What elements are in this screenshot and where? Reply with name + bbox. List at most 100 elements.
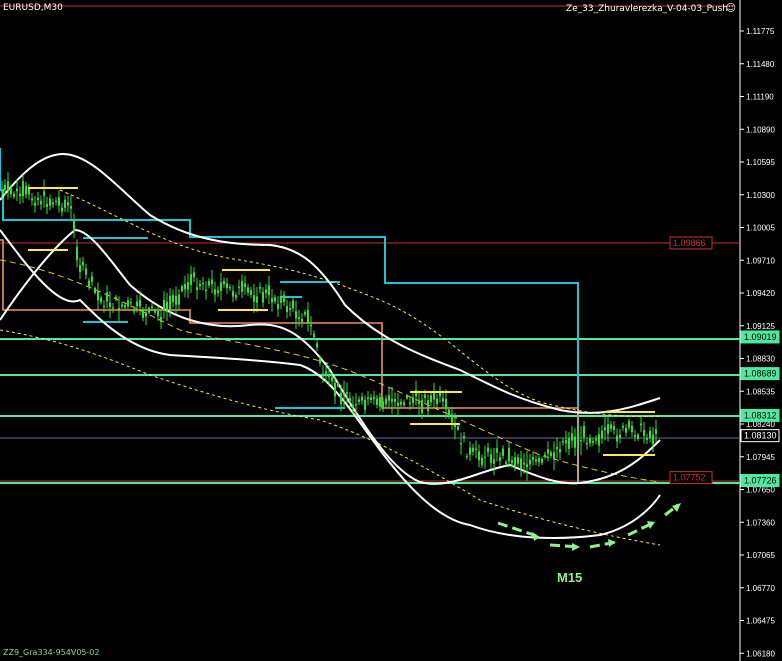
candle-body bbox=[295, 311, 297, 319]
price-tag-label: 1.07726 bbox=[744, 476, 777, 486]
symbol-label: EURUSD,M30 bbox=[3, 3, 63, 13]
candle-body bbox=[232, 290, 234, 297]
candle-body bbox=[28, 189, 30, 195]
candle-body bbox=[397, 402, 399, 406]
candle-body bbox=[325, 371, 327, 377]
candle-body bbox=[331, 377, 333, 382]
candle-body bbox=[22, 181, 24, 197]
candle-body bbox=[613, 425, 615, 430]
candle-body bbox=[160, 317, 162, 322]
candle-body bbox=[571, 433, 573, 441]
candle-body bbox=[244, 283, 246, 288]
axis-tick-label: 1.06180 bbox=[746, 649, 775, 658]
candle-body bbox=[277, 304, 279, 309]
candle-body bbox=[517, 457, 519, 464]
candle-body bbox=[196, 287, 198, 290]
axis-tick-label: 1.09125 bbox=[746, 322, 775, 331]
candle-body bbox=[607, 424, 609, 434]
candle-body bbox=[283, 294, 285, 303]
axis-tick-label: 1.07065 bbox=[746, 551, 775, 560]
price-tag-label: 1.08130 bbox=[744, 431, 777, 441]
candle-body bbox=[187, 282, 189, 290]
candle-body bbox=[514, 457, 516, 467]
candle-body bbox=[112, 307, 114, 309]
candle-body bbox=[502, 448, 504, 456]
candle-body bbox=[73, 220, 75, 232]
candle-body bbox=[211, 279, 213, 285]
candle-body bbox=[640, 423, 642, 426]
candle-body bbox=[424, 394, 426, 398]
candle-body bbox=[85, 268, 87, 275]
candle-body bbox=[130, 302, 132, 304]
candle-body bbox=[394, 399, 396, 402]
candle-body bbox=[370, 397, 372, 400]
candle-body bbox=[310, 324, 312, 327]
candle-body bbox=[559, 449, 561, 453]
candle-body bbox=[364, 399, 366, 410]
candle-body bbox=[511, 460, 513, 464]
candle-body bbox=[508, 447, 510, 462]
candle-body bbox=[253, 295, 255, 302]
candle-body bbox=[82, 261, 84, 266]
price-tag-label: 1.09866 bbox=[673, 238, 706, 248]
candle-body bbox=[154, 309, 156, 313]
candle-body bbox=[301, 319, 303, 322]
candle-body bbox=[64, 199, 66, 208]
candle-body bbox=[388, 395, 390, 401]
axis-tick-label: 1.06475 bbox=[746, 617, 775, 626]
candle-body bbox=[193, 272, 195, 277]
candle-body bbox=[463, 435, 465, 439]
candle-body bbox=[7, 181, 9, 191]
candle-body bbox=[121, 304, 123, 307]
candle-body bbox=[217, 290, 219, 294]
indicator-label: Ze_33_Zhuravlerezka_V-04-03_Push bbox=[565, 4, 728, 14]
candle-body bbox=[619, 434, 621, 438]
candle-body bbox=[52, 202, 54, 205]
candle-body bbox=[202, 283, 204, 285]
axis-tick-label: 1.11480 bbox=[746, 60, 775, 69]
candle-body bbox=[190, 274, 192, 285]
candle-body bbox=[616, 435, 618, 442]
candle-body bbox=[97, 291, 99, 301]
axis-tick-label: 1.09420 bbox=[746, 289, 775, 298]
candle-body bbox=[127, 300, 129, 307]
candle-body bbox=[610, 424, 612, 429]
candle-body bbox=[628, 421, 630, 428]
candle-body bbox=[634, 434, 636, 437]
candle-body bbox=[307, 310, 309, 324]
candle-body bbox=[469, 447, 471, 455]
candle-body bbox=[256, 296, 258, 303]
candle-body bbox=[340, 392, 342, 404]
candle-body bbox=[457, 426, 459, 430]
candle-body bbox=[109, 302, 111, 307]
candle-body bbox=[460, 443, 462, 445]
candle-body bbox=[103, 305, 105, 308]
smiley-icon[interactable]: ☺ bbox=[726, 3, 736, 14]
candle-body bbox=[412, 397, 414, 403]
candle-body bbox=[343, 393, 345, 396]
axis-tick-label: 1.10300 bbox=[746, 191, 775, 200]
candle-body bbox=[214, 289, 216, 295]
candle-body bbox=[79, 265, 81, 272]
axis-tick-label: 1.10890 bbox=[746, 125, 775, 134]
candle-body bbox=[268, 285, 270, 295]
candle-body bbox=[472, 447, 474, 452]
candle-body bbox=[55, 200, 57, 202]
candle-body bbox=[541, 458, 543, 463]
candle-body bbox=[262, 291, 264, 303]
candle-body bbox=[157, 311, 159, 317]
candle-body bbox=[31, 198, 33, 201]
axis-tick-label: 1.10005 bbox=[746, 224, 775, 233]
candle-body bbox=[289, 308, 291, 310]
candle-body bbox=[358, 399, 360, 402]
candle-body bbox=[451, 414, 453, 423]
candle-body bbox=[355, 404, 357, 406]
price-chart[interactable]: M15 1.11775 1.11480 1.11190 1.10890 1.10595 1… bbox=[0, 0, 782, 661]
candle-body bbox=[292, 300, 294, 309]
candle-body bbox=[409, 402, 411, 404]
candle-body bbox=[46, 203, 48, 207]
candle-body bbox=[106, 292, 108, 302]
candle-body bbox=[598, 434, 600, 446]
candle-body bbox=[118, 307, 120, 311]
axis-tick-label: 1.10595 bbox=[746, 158, 775, 167]
